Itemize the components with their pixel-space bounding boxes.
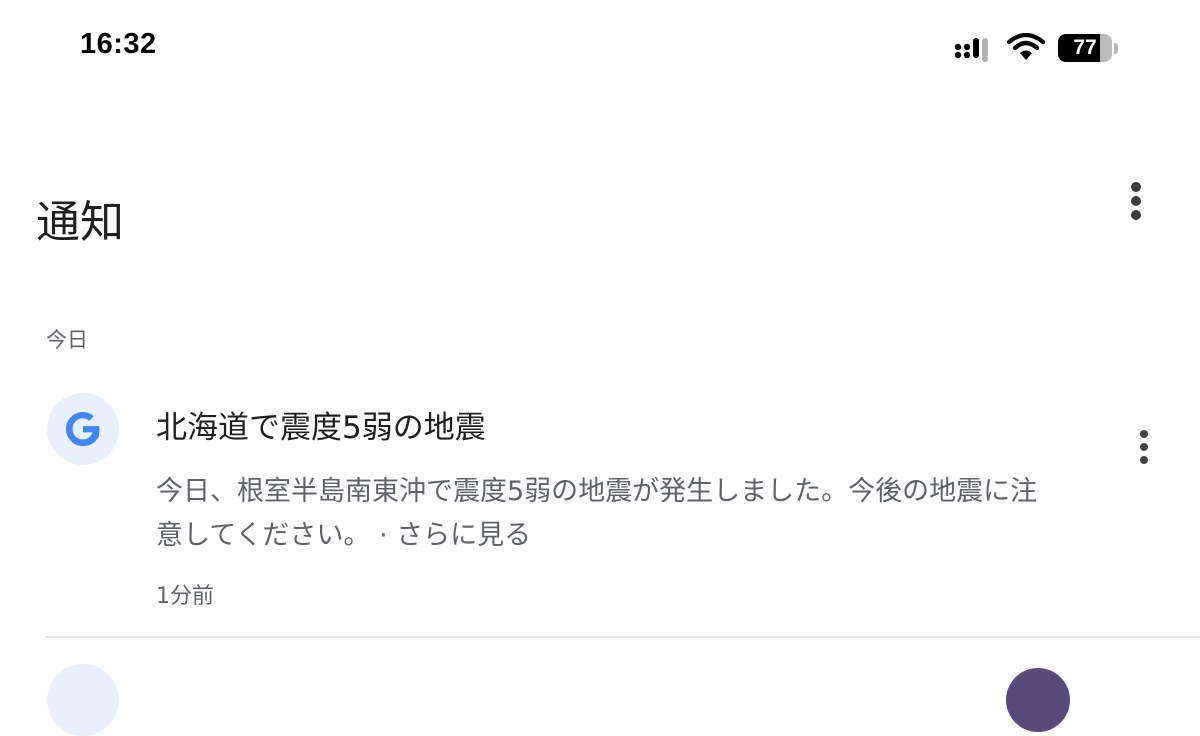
google-g-icon bbox=[66, 412, 100, 446]
notification-body: 今日、根室半島南東沖で震度5弱の地震が発生しました。今後の地震に注意してください… bbox=[156, 470, 1056, 558]
more-vertical-icon[interactable] bbox=[1128, 428, 1162, 468]
menu-dot bbox=[1131, 210, 1141, 220]
notification-time: 1分前 bbox=[156, 584, 214, 609]
notification-body-text: 今日、根室半島南東沖で震度5弱の地震が発生しました。今後の地震に注意してください… bbox=[156, 476, 1038, 551]
menu-dot bbox=[1140, 443, 1148, 451]
status-time: 16:32 bbox=[80, 28, 157, 60]
separator-dot: · bbox=[370, 520, 397, 551]
app-avatar bbox=[47, 393, 119, 465]
see-more-link[interactable]: さらに見る bbox=[396, 520, 531, 551]
battery-level: 77 bbox=[1073, 36, 1097, 59]
signal-icon bbox=[954, 38, 988, 62]
menu-dot bbox=[1131, 182, 1141, 192]
battery-body: 77 bbox=[1058, 34, 1112, 62]
menu-dot bbox=[1140, 430, 1148, 438]
more-vertical-icon[interactable] bbox=[1116, 178, 1156, 224]
battery-icon: 77 bbox=[1058, 34, 1120, 64]
page-title: 通知 bbox=[36, 197, 124, 248]
section-label-today: 今日 bbox=[46, 328, 88, 352]
notification-title: 北海道で震度5弱の地震 bbox=[156, 410, 486, 446]
battery-cap bbox=[1114, 43, 1118, 54]
menu-dot bbox=[1131, 196, 1141, 206]
divider bbox=[46, 636, 1200, 638]
wifi-icon bbox=[1006, 33, 1046, 60]
thumbnail bbox=[1006, 668, 1070, 732]
menu-dot bbox=[1140, 456, 1148, 464]
